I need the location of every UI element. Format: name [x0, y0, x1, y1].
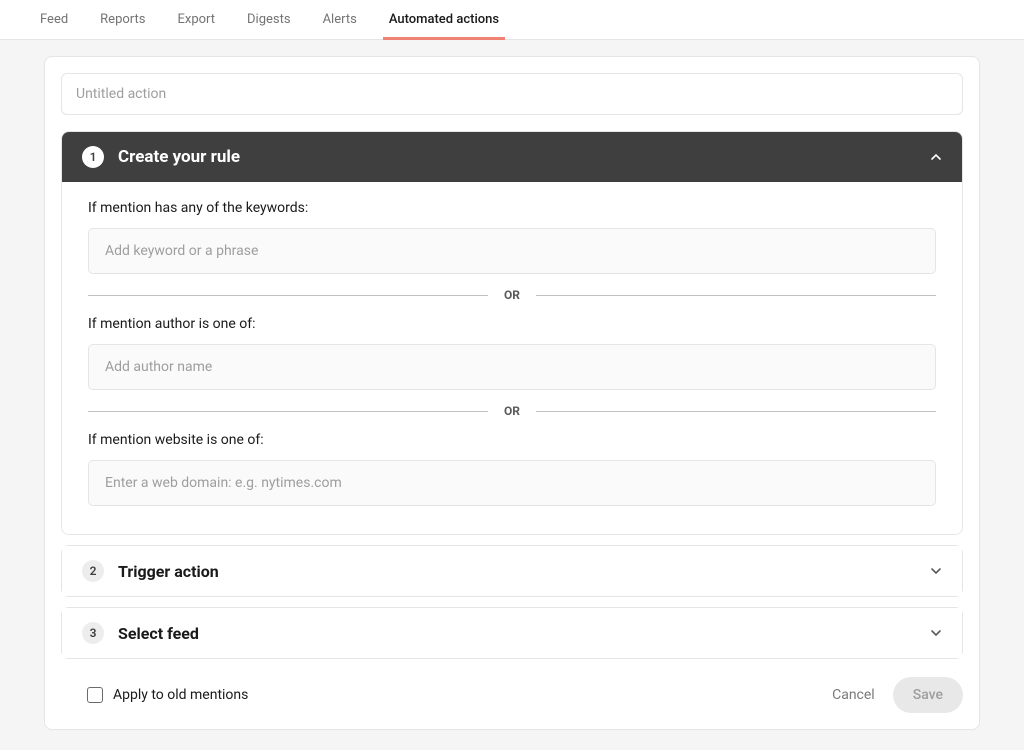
- step2-title: Trigger action: [118, 562, 916, 581]
- step1-body: If mention has any of the keywords: OR I…: [62, 182, 962, 534]
- website-label: If mention website is one of:: [88, 432, 936, 448]
- step2-card: 2 Trigger action: [61, 545, 963, 597]
- tab-feed[interactable]: Feed: [40, 0, 68, 39]
- apply-old-checkbox-wrap[interactable]: Apply to old mentions: [61, 687, 248, 703]
- action-panel: 1 Create your rule If mention has any of…: [44, 56, 980, 730]
- or-separator-1: OR: [88, 288, 936, 302]
- or-separator-2: OR: [88, 404, 936, 418]
- tab-export[interactable]: Export: [177, 0, 215, 39]
- tab-automated-actions[interactable]: Automated actions: [389, 0, 499, 39]
- keywords-label: If mention has any of the keywords:: [88, 200, 936, 216]
- keywords-input[interactable]: [88, 228, 936, 274]
- step1-header[interactable]: 1 Create your rule: [62, 132, 962, 182]
- step2-header[interactable]: 2 Trigger action: [62, 546, 962, 596]
- apply-old-checkbox[interactable]: [87, 687, 103, 703]
- step3-badge: 3: [82, 622, 104, 644]
- tab-alerts[interactable]: Alerts: [323, 0, 357, 39]
- step1-card: 1 Create your rule If mention has any of…: [61, 131, 963, 535]
- save-button[interactable]: Save: [893, 677, 963, 713]
- tab-reports[interactable]: Reports: [100, 0, 145, 39]
- author-input[interactable]: [88, 344, 936, 390]
- footer-row: Apply to old mentions Cancel Save: [61, 677, 963, 713]
- chevron-down-icon: [930, 627, 942, 639]
- chevron-down-icon: [930, 565, 942, 577]
- author-label: If mention author is one of:: [88, 316, 936, 332]
- tab-digests[interactable]: Digests: [247, 0, 291, 39]
- website-input[interactable]: [88, 460, 936, 506]
- step3-card: 3 Select feed: [61, 607, 963, 659]
- apply-old-label: Apply to old mentions: [113, 687, 248, 703]
- step1-badge: 1: [82, 146, 104, 168]
- action-name-input[interactable]: [61, 73, 963, 115]
- chevron-up-icon: [930, 151, 942, 163]
- cancel-button[interactable]: Cancel: [832, 687, 875, 703]
- step2-badge: 2: [82, 560, 104, 582]
- step3-title: Select feed: [118, 624, 916, 643]
- step1-title: Create your rule: [118, 147, 916, 167]
- nav-tabs: Feed Reports Export Digests Alerts Autom…: [0, 0, 1024, 40]
- step3-header[interactable]: 3 Select feed: [62, 608, 962, 658]
